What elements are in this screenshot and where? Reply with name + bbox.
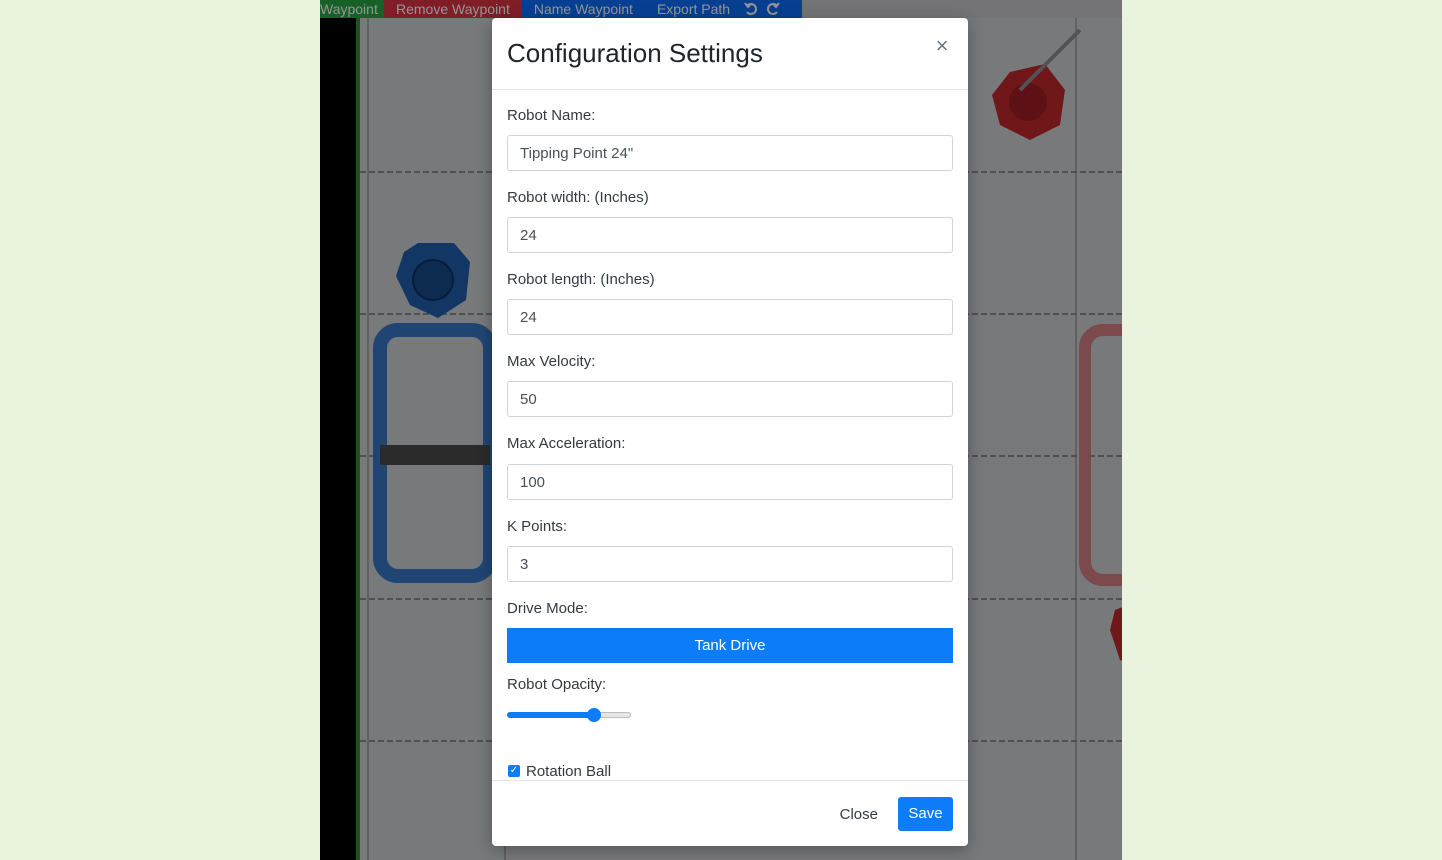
max-acceleration-input[interactable] — [507, 464, 953, 500]
slider-fill — [507, 712, 594, 718]
drive-mode-label: Drive Mode: — [507, 600, 588, 617]
robot-width-label: Robot width: (Inches) — [507, 189, 649, 206]
save-button[interactable]: Save — [898, 797, 953, 831]
slider-thumb[interactable] — [586, 708, 601, 722]
modal-header: Configuration Settings × — [492, 18, 968, 90]
configuration-modal: Configuration Settings × Robot Name: Rob… — [492, 18, 968, 846]
robot-opacity-label: Robot Opacity: — [507, 676, 607, 693]
modal-title: Configuration Settings — [507, 38, 763, 68]
max-velocity-input[interactable] — [507, 381, 953, 417]
robot-name-input[interactable] — [507, 135, 953, 171]
rotation-ball-checkbox[interactable]: ✓ — [508, 765, 520, 777]
max-acceleration-label: Max Acceleration: — [507, 435, 626, 452]
max-velocity-label: Max Velocity: — [507, 353, 596, 370]
close-button[interactable]: Close — [840, 798, 878, 832]
close-icon[interactable]: × — [932, 34, 952, 58]
robot-length-input[interactable] — [507, 299, 953, 335]
robot-width-input[interactable] — [507, 217, 953, 253]
robot-name-label: Robot Name: — [507, 107, 596, 124]
robot-length-label: Robot length: (Inches) — [507, 271, 655, 288]
rotation-ball-label[interactable]: Rotation Ball — [526, 763, 611, 780]
drive-mode-button[interactable]: Tank Drive — [507, 628, 953, 663]
modal-footer: Close Save — [492, 780, 968, 846]
robot-opacity-slider[interactable] — [507, 708, 631, 722]
k-points-input[interactable] — [507, 546, 953, 582]
k-points-label: K Points: — [507, 518, 568, 535]
